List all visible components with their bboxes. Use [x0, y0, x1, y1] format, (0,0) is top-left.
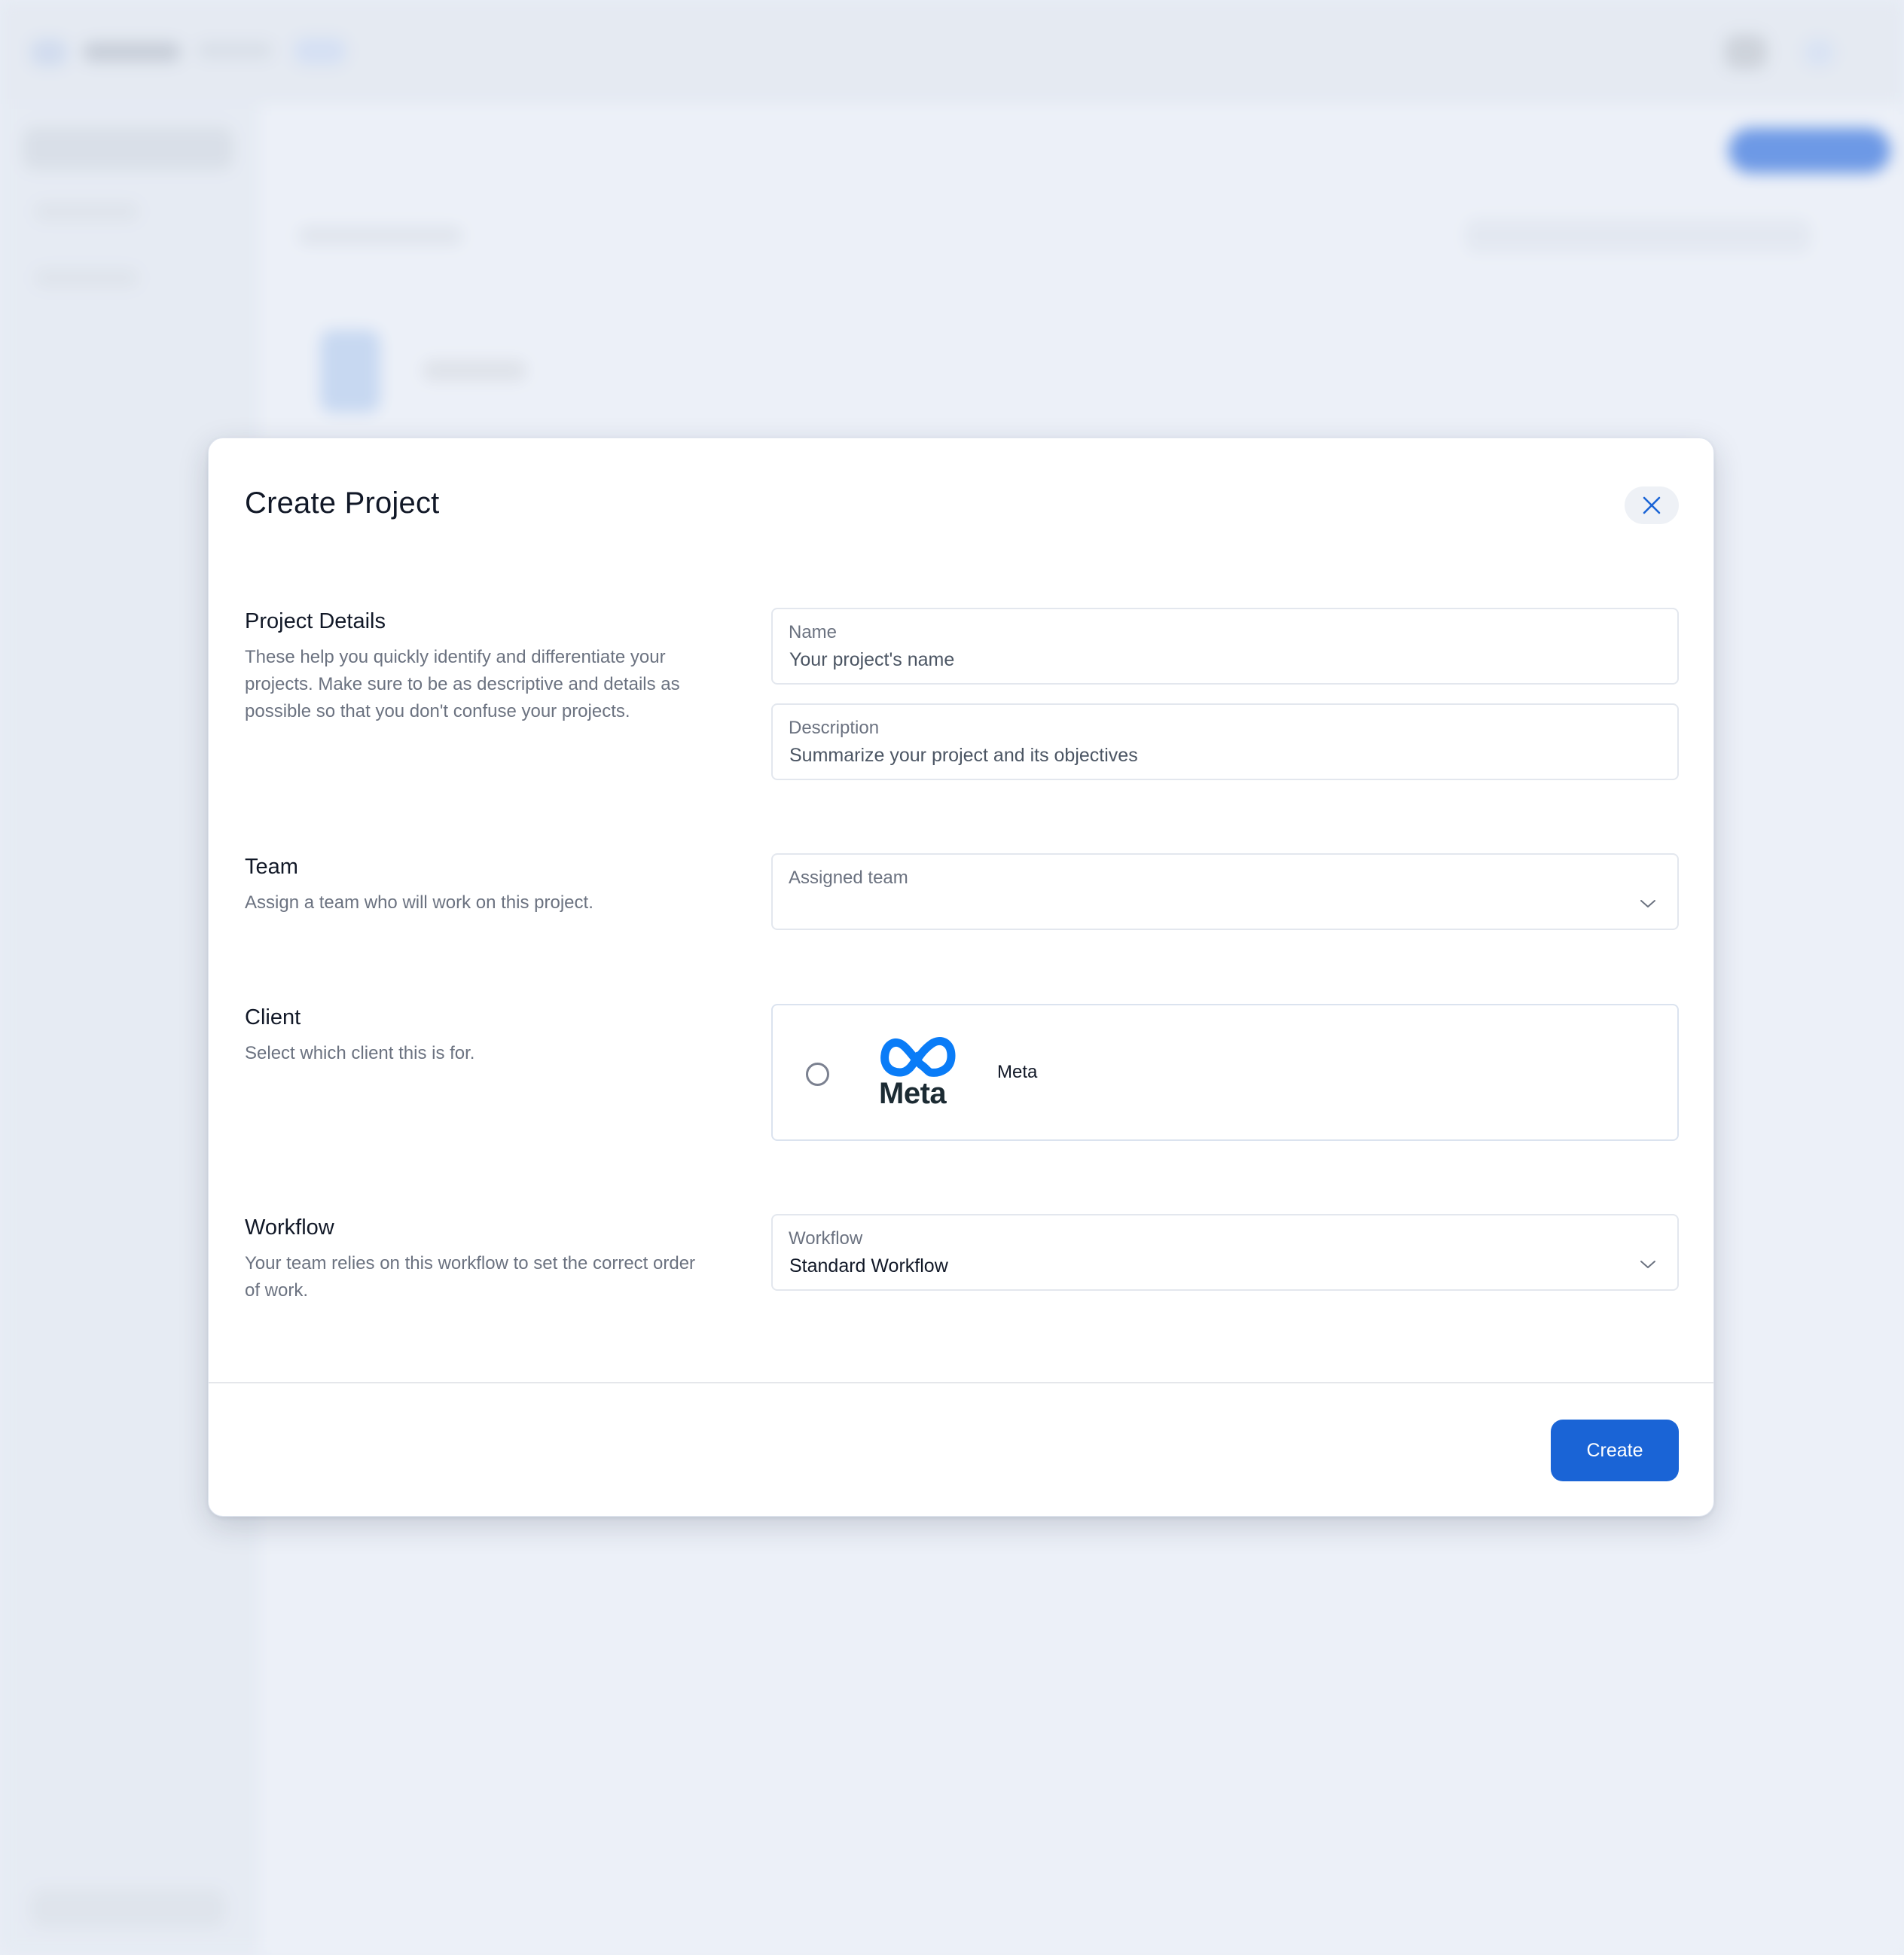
description-field[interactable]: Description Summarize your project and i… — [771, 703, 1679, 780]
workflow-label: Workflow — [789, 1228, 863, 1249]
chevron-down-icon — [1640, 898, 1656, 913]
footer-divider — [209, 1382, 1713, 1383]
client-option-meta[interactable]: Meta Meta — [771, 1004, 1679, 1141]
meta-logo-text: Meta — [879, 1077, 947, 1110]
client-description: Select which client this is for. — [245, 1043, 475, 1063]
close-icon — [1641, 495, 1662, 516]
create-button[interactable]: Create — [1551, 1420, 1679, 1481]
team-title: Team — [245, 855, 298, 879]
meta-logo-icon: Meta — [879, 1030, 962, 1113]
workflow-select[interactable]: Workflow Standard Workflow — [771, 1214, 1679, 1291]
name-field[interactable]: Name Your project's name — [771, 608, 1679, 685]
workflow-title: Workflow — [245, 1215, 334, 1240]
assigned-team-select[interactable]: Assigned team — [771, 853, 1679, 930]
workflow-value: Standard Workflow — [789, 1255, 948, 1276]
client-title: Client — [245, 1005, 301, 1029]
assigned-team-label: Assigned team — [789, 868, 908, 888]
workflow-description: Your team relies on this workflow to set… — [245, 1253, 696, 1301]
client-radio[interactable] — [806, 1063, 829, 1086]
description-field-label: Description — [789, 718, 880, 738]
create-project-modal: Create Project Project Details These hel… — [208, 438, 1714, 1517]
team-description: Assign a team who will work on this proj… — [245, 892, 593, 913]
project-details-title: Project Details — [245, 609, 386, 633]
name-field-placeholder: Your project's name — [789, 649, 955, 670]
chevron-down-icon — [1640, 1259, 1656, 1273]
client-name: Meta — [997, 1062, 1038, 1082]
modal-title: Create Project — [245, 486, 440, 520]
close-button[interactable] — [1625, 486, 1679, 524]
project-details-description: These help you quickly identify and diff… — [245, 647, 680, 721]
name-field-label: Name — [789, 622, 838, 642]
description-field-placeholder: Summarize your project and its objective… — [789, 745, 1138, 766]
